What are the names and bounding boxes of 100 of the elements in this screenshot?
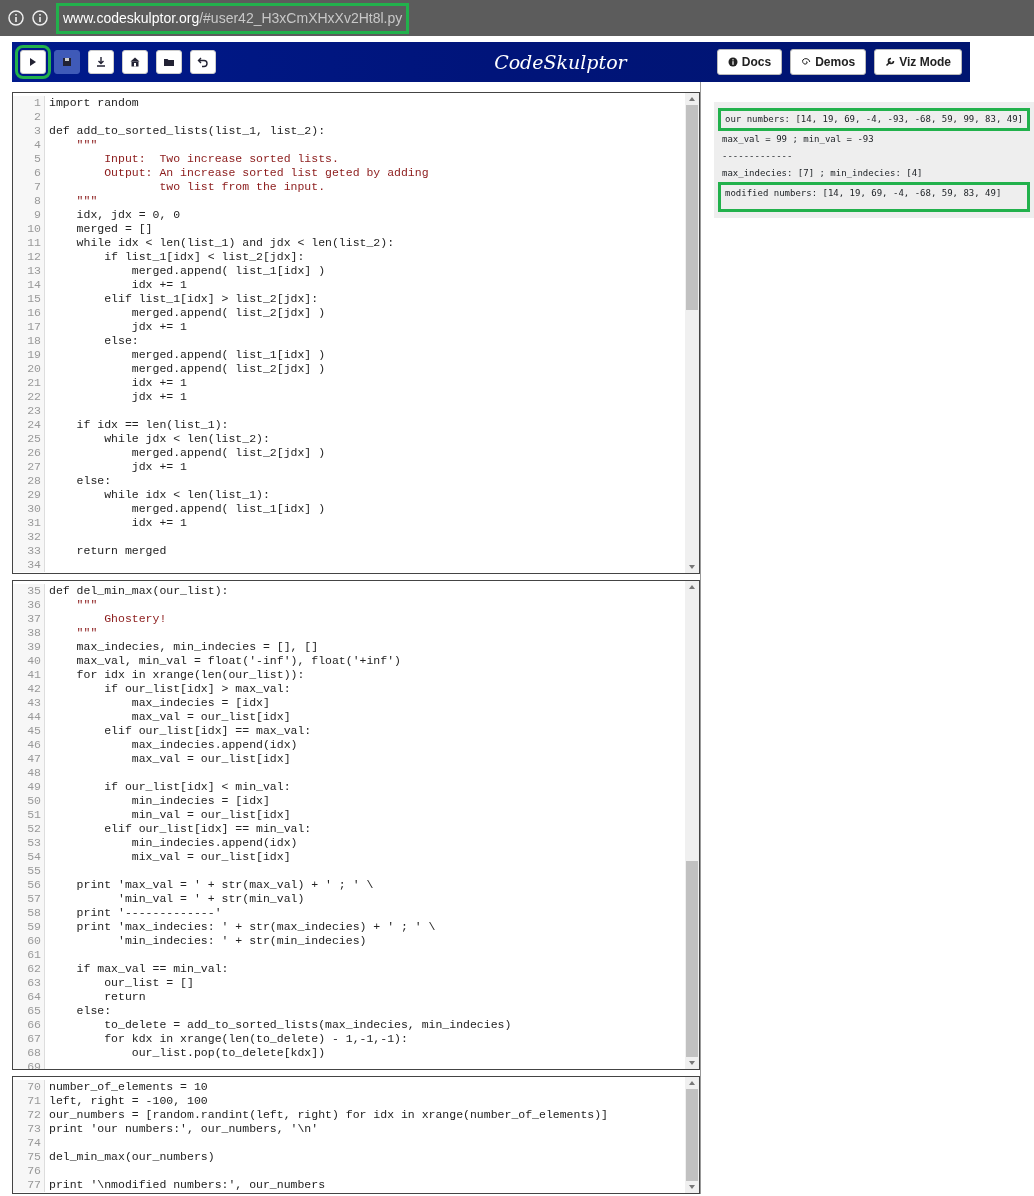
code-line: else: bbox=[103, 334, 139, 348]
code-line: for idx in xrange(len(our_list)): bbox=[75, 668, 305, 682]
line-number: 30 bbox=[13, 502, 45, 516]
code-line: while jdx < len(list_2): bbox=[103, 432, 270, 446]
code-line: return merged bbox=[75, 544, 167, 558]
code-line: print '\nmodified numbers:', our_numbers bbox=[48, 1178, 326, 1192]
line-number: 25 bbox=[13, 432, 45, 446]
code-line: while idx < len(list_1) and jdx < len(list_2): bbox=[75, 236, 395, 250]
line-number: 72 bbox=[13, 1108, 45, 1122]
line-number: 49 bbox=[13, 780, 45, 794]
code-line: Input: Two increase sorted lists. bbox=[103, 152, 339, 166]
code-line: return bbox=[103, 990, 146, 1004]
info-icon bbox=[32, 10, 48, 26]
line-number: 47 bbox=[13, 752, 45, 766]
line-number: 66 bbox=[13, 1018, 45, 1032]
code-line: print 'max_indecies: ' + str(max_indecies) + ' ; ' \ bbox=[75, 920, 436, 934]
code-line: 'min_val = ' + str(min_val) bbox=[117, 892, 305, 906]
line-number: 67 bbox=[13, 1032, 45, 1046]
line-number: 50 bbox=[13, 794, 45, 808]
code-line: merged = [] bbox=[75, 222, 153, 236]
toolbar-button[interactable]: Viz Mode bbox=[874, 49, 962, 75]
line-number: 40 bbox=[13, 654, 45, 668]
line-number: 32 bbox=[13, 530, 45, 544]
line-number: 43 bbox=[13, 696, 45, 710]
line-number: 21 bbox=[13, 376, 45, 390]
line-number: 68 bbox=[13, 1046, 45, 1060]
line-number: 75 bbox=[13, 1150, 45, 1164]
code-line: elif our_list[idx] == min_val: bbox=[103, 822, 312, 836]
line-number: 58 bbox=[13, 906, 45, 920]
undo-icon bbox=[197, 56, 209, 68]
spiral-icon bbox=[801, 57, 812, 67]
code-editor[interactable] bbox=[12, 92, 700, 574]
code-editor[interactable] bbox=[12, 580, 700, 1070]
code-line: else: bbox=[75, 474, 112, 488]
toolbar-button[interactable]: Demos bbox=[790, 49, 867, 75]
line-number: 37 bbox=[13, 612, 45, 626]
code-line: def del_min_max(our_list): bbox=[48, 584, 229, 598]
line-number: 36 bbox=[13, 598, 45, 612]
line-number: 39 bbox=[13, 640, 45, 654]
code-line: merged.append( list_1[idx] ) bbox=[130, 264, 326, 278]
house-icon bbox=[129, 56, 141, 68]
line-number: 51 bbox=[13, 808, 45, 822]
line-number: 12 bbox=[13, 250, 45, 264]
wrench-icon bbox=[885, 57, 896, 67]
line-number: 64 bbox=[13, 990, 45, 1004]
code-line: merged.append( list_2[jdx] ) bbox=[130, 362, 326, 376]
line-number: 2 bbox=[13, 110, 45, 124]
line-number: 35 bbox=[13, 584, 45, 598]
line-number: 34 bbox=[13, 558, 45, 572]
scrollbar[interactable] bbox=[685, 93, 699, 573]
line-number: 48 bbox=[13, 766, 45, 780]
code-line: mix_val = our_list[idx] bbox=[130, 850, 291, 864]
code-line: two list from the input. bbox=[158, 180, 326, 194]
code-line: jdx += 1 bbox=[130, 320, 188, 334]
code-line: idx += 1 bbox=[130, 376, 188, 390]
line-number: 77 bbox=[13, 1178, 45, 1192]
address-field[interactable]: www.codeskulptor.org/#user42_H3xCmXHxXv2Ht8l.py bbox=[56, 2, 410, 34]
scrollbar[interactable] bbox=[685, 1077, 699, 1193]
line-number: 56 bbox=[13, 878, 45, 892]
code-line: """ bbox=[75, 138, 98, 152]
line-number: 4 bbox=[13, 138, 45, 152]
code-line: idx, jdx = 0, 0 bbox=[75, 208, 181, 222]
code-line: print 'our numbers:', our_numbers, '\n' bbox=[48, 1122, 319, 1136]
line-number: 24 bbox=[13, 418, 45, 432]
line-number: 38 bbox=[13, 626, 45, 640]
line-number: 46 bbox=[13, 738, 45, 752]
line-number: 33 bbox=[13, 544, 45, 558]
code-line: our_list = [] bbox=[103, 976, 194, 990]
line-number: 74 bbox=[13, 1136, 45, 1150]
code-line: max_val, min_val = float('-inf'), float('+inf') bbox=[75, 654, 401, 668]
line-number: 60 bbox=[13, 934, 45, 948]
code-line: else: bbox=[75, 1004, 112, 1018]
code-line: our_numbers = [random.randint(left, right) for idx in xrange(number_of_elements)] bbox=[48, 1108, 608, 1122]
line-number: 18 bbox=[13, 334, 45, 348]
line-number: 11 bbox=[13, 236, 45, 250]
line-number: 3 bbox=[13, 124, 45, 138]
line-number: 17 bbox=[13, 320, 45, 334]
line-number: 22 bbox=[13, 390, 45, 404]
code-line: left, right = -100, 100 bbox=[48, 1094, 208, 1108]
line-number: 63 bbox=[13, 976, 45, 990]
app-title: CodeSkulptor bbox=[494, 49, 627, 75]
code-line: print '-------------' bbox=[75, 906, 222, 920]
toolbar-button[interactable]: Docs bbox=[716, 49, 783, 75]
line-number: 65 bbox=[13, 1004, 45, 1018]
scrollbar[interactable] bbox=[685, 581, 699, 1069]
line-number: 9 bbox=[13, 208, 45, 222]
code-line: min_val = our_list[idx] bbox=[130, 808, 291, 822]
code-line: to_delete = add_to_sorted_lists(max_indecies, min_indecies) bbox=[103, 1018, 512, 1032]
code-line: """ bbox=[75, 598, 98, 612]
code-line: elif list_1[idx] > list_2[jdx]: bbox=[103, 292, 319, 306]
line-number: 61 bbox=[13, 948, 45, 962]
code-line: jdx += 1 bbox=[130, 460, 188, 474]
line-number: 29 bbox=[13, 488, 45, 502]
download-icon bbox=[95, 56, 107, 68]
code-editor[interactable] bbox=[12, 1076, 700, 1194]
line-number: 7 bbox=[13, 180, 45, 194]
line-number: 13 bbox=[13, 264, 45, 278]
code-line: 'min_indecies: ' + str(min_indecies) bbox=[117, 934, 367, 948]
code-line: merged.append( list_2[jdx] ) bbox=[130, 446, 326, 460]
line-number: 28 bbox=[13, 474, 45, 488]
